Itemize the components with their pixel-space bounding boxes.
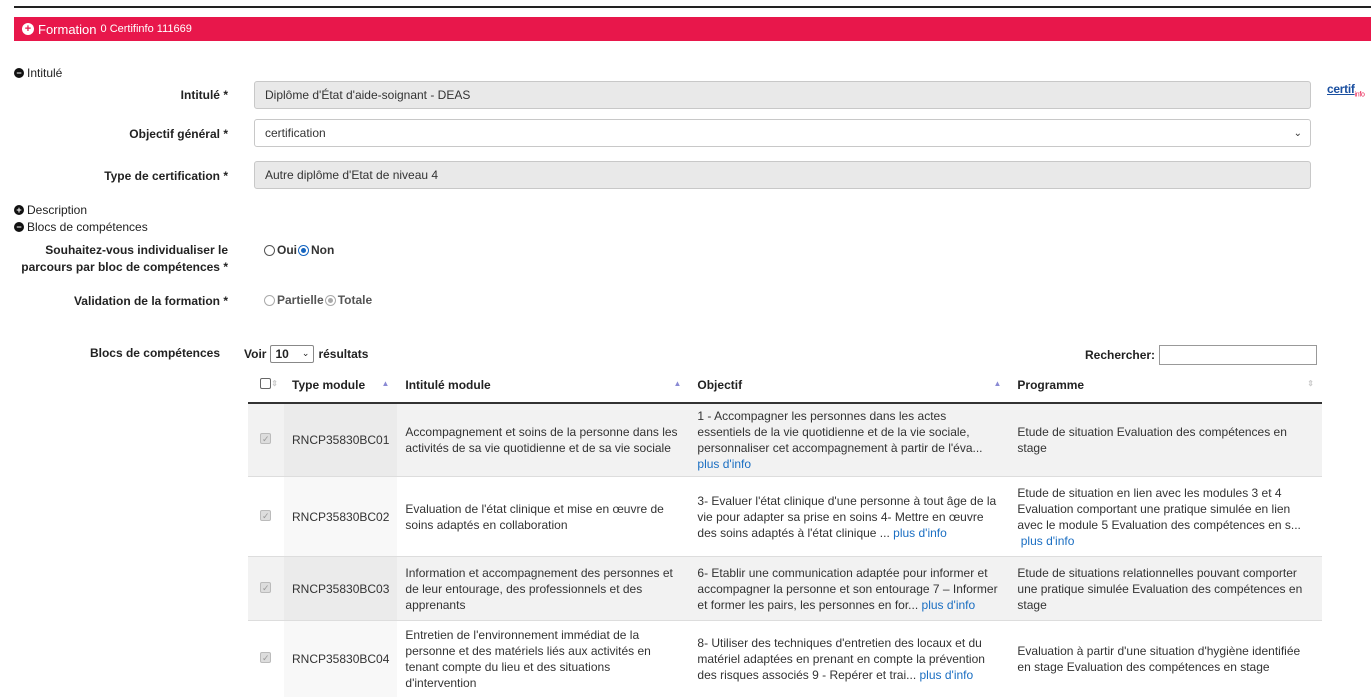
voir-label: Voir xyxy=(244,347,267,361)
plus-info-link[interactable]: plus d'info xyxy=(893,526,947,540)
intitule-module-cell: Information et accompagnement des person… xyxy=(397,556,690,621)
intitule-value: Diplôme d'État d'aide-soignant - DEAS xyxy=(265,88,471,102)
plus-info-link[interactable]: plus d'info xyxy=(920,668,974,682)
top-divider xyxy=(14,6,1371,8)
section-intitule-label: Intitulé xyxy=(27,66,63,80)
table-row[interactable]: RNCP35830BC03 Information et accompagnem… xyxy=(248,556,1322,621)
row-checkbox-cell xyxy=(248,620,284,697)
type-certification-label: Type de certification * xyxy=(104,169,228,183)
programme-cell: Etude de situation en lien avec les modu… xyxy=(1009,476,1322,557)
col-intitule-module[interactable]: Intitulé module ▲ xyxy=(397,368,690,404)
type-module-cell: RNCP35830BC02 xyxy=(284,476,398,557)
row-checkbox-cell xyxy=(248,402,284,477)
header-subtitle: 0 Certifinfo 111669 xyxy=(100,23,192,35)
blocs-table: ⇕ Type module ▲ Intitulé module ▲ Object… xyxy=(248,368,1322,697)
individualiser-radio-group: Oui Non xyxy=(264,243,334,257)
col-type-module[interactable]: Type module ▲ xyxy=(284,368,398,404)
plus-info-link[interactable]: plus d'info xyxy=(922,598,976,612)
type-certification-value: Autre diplôme d'Etat de niveau 4 xyxy=(265,168,439,182)
totale-radio[interactable] xyxy=(324,294,336,306)
plus-circle-icon: + xyxy=(14,205,24,215)
section-toggle-intitule[interactable]: − Intitulé xyxy=(14,66,62,80)
search-label: Rechercher: xyxy=(1085,348,1156,362)
intitule-module-cell: Evaluation de l'état clinique et mise en… xyxy=(397,476,690,557)
individualiser-label: Souhaitez-vous individualiser le parcour… xyxy=(21,243,228,274)
partielle-radio[interactable] xyxy=(264,294,275,306)
minus-circle-icon: − xyxy=(14,68,24,78)
col-objectif[interactable]: Objectif ▲ xyxy=(689,368,1010,404)
row-checkbox[interactable] xyxy=(260,431,271,447)
table-header-row: ⇕ Type module ▲ Intitulé module ▲ Object… xyxy=(248,368,1322,404)
validation-label: Validation de la formation * xyxy=(73,294,228,308)
sort-icon: ⇕ xyxy=(1307,379,1314,388)
select-all-checkbox[interactable] xyxy=(260,378,271,389)
table-row[interactable]: RNCP35830BC01 Accompagnement et soins de… xyxy=(248,402,1322,477)
intitule-label: Intitulé * xyxy=(180,88,228,102)
col-programme[interactable]: Programme ⇕ xyxy=(1009,368,1322,404)
oui-radio[interactable] xyxy=(264,244,275,256)
sort-asc-icon: ▲ xyxy=(673,379,682,388)
objectif-select[interactable]: certification ⌄ xyxy=(254,119,1311,147)
programme-cell: Etude de situation Evaluation des compét… xyxy=(1009,402,1322,477)
sort-asc-icon: ▲ xyxy=(993,379,1002,388)
intitule-module-cell: Entretien de l'environnement immédiat de… xyxy=(397,620,690,697)
plus-circle-icon: + xyxy=(22,23,34,35)
section-toggle-description[interactable]: + Description xyxy=(14,203,87,217)
table-row[interactable]: RNCP35830BC04 Entretien de l'environneme… xyxy=(248,620,1322,697)
validation-radio-group: Partielle Totale xyxy=(264,293,372,307)
objectif-cell: 3- Evaluer l'état clinique d'une personn… xyxy=(689,476,1010,557)
type-module-cell: RNCP35830BC04 xyxy=(284,620,398,697)
page-length-select[interactable]: 10 ⌄ xyxy=(270,345,315,363)
intitule-module-cell: Accompagnement et soins de la personne d… xyxy=(397,402,690,477)
programme-cell: Evaluation à partir d'une situation d'hy… xyxy=(1009,620,1322,697)
sort-asc-icon: ▲ xyxy=(381,379,390,388)
row-checkbox[interactable] xyxy=(260,650,271,666)
type-module-cell: RNCP35830BC01 xyxy=(284,402,398,477)
non-label[interactable]: Non xyxy=(311,243,334,257)
chevron-down-icon: ⌄ xyxy=(301,348,310,358)
formation-header[interactable]: + Formation 0 Certifinfo 111669 xyxy=(14,17,1371,41)
totale-label[interactable]: Totale xyxy=(338,293,372,307)
intitule-field: Diplôme d'État d'aide-soignant - DEAS xyxy=(254,81,1311,109)
section-toggle-blocs[interactable]: − Blocs de compétences xyxy=(14,220,148,234)
plus-info-link[interactable]: plus d'info xyxy=(697,457,751,471)
objectif-value: certification xyxy=(265,126,326,140)
plus-info-link[interactable]: plus d'info xyxy=(1021,534,1075,548)
type-certification-field: Autre diplôme d'Etat de niveau 4 xyxy=(254,161,1311,189)
table-search: Rechercher: xyxy=(1085,345,1318,365)
resultats-label: résultats xyxy=(318,347,369,361)
programme-cell: Etude de situations relationnelles pouva… xyxy=(1009,556,1322,621)
row-checkbox-cell xyxy=(248,476,284,557)
table-row[interactable]: RNCP35830BC02 Evaluation de l'état clini… xyxy=(248,476,1322,557)
objectif-label: Objectif général * xyxy=(129,127,228,141)
blocs-label: Blocs de compétences xyxy=(89,346,220,360)
non-radio[interactable] xyxy=(298,244,309,256)
objectif-cell: 6- Etablir une communication adaptée pou… xyxy=(689,556,1010,621)
row-checkbox-cell xyxy=(248,556,284,621)
certifinfo-logo[interactable]: certifinfo xyxy=(1327,82,1365,98)
minus-circle-icon: − xyxy=(14,222,24,232)
sort-icon: ⇕ xyxy=(271,379,278,388)
partielle-label[interactable]: Partielle xyxy=(277,293,324,307)
page-length-control: Voir 10 ⌄ résultats xyxy=(244,345,368,363)
search-input[interactable] xyxy=(1159,345,1318,365)
section-description-label: Description xyxy=(27,203,88,217)
select-all-header[interactable]: ⇕ xyxy=(248,368,284,404)
row-checkbox[interactable] xyxy=(260,580,271,596)
header-title: Formation xyxy=(38,21,97,37)
chevron-down-icon: ⌄ xyxy=(1293,128,1302,139)
objectif-cell: 8- Utiliser des techniques d'entretien d… xyxy=(689,620,1010,697)
objectif-cell: 1 - Accompagner les personnes dans les a… xyxy=(689,402,1010,477)
section-blocs-label: Blocs de compétences xyxy=(27,220,148,234)
row-checkbox[interactable] xyxy=(260,508,271,524)
oui-label[interactable]: Oui xyxy=(277,243,297,257)
type-module-cell: RNCP35830BC03 xyxy=(284,556,398,621)
